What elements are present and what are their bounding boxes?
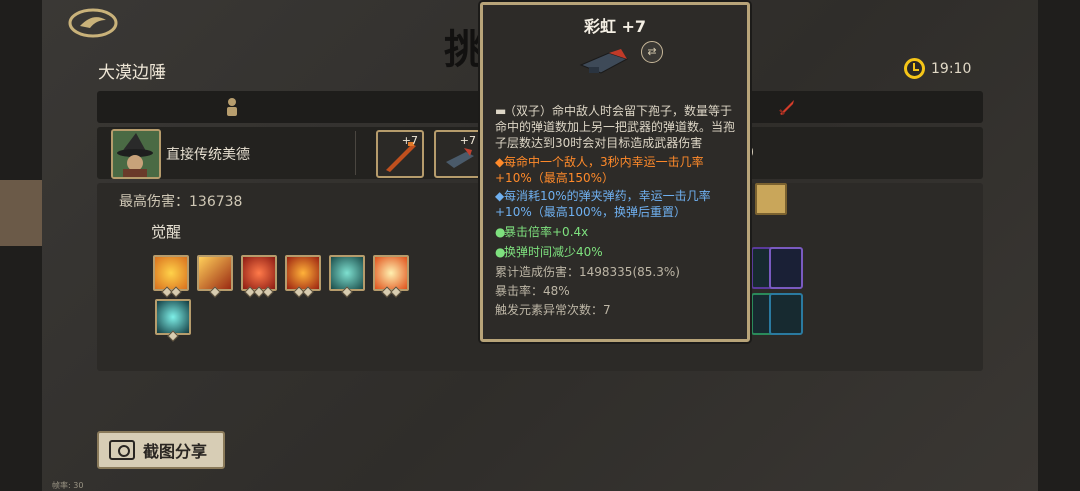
tooltip-effect-green-1: ●暴击倍率+0.4x (495, 225, 589, 239)
hero-portrait-avatar[interactable] (111, 129, 161, 179)
background-left-band (0, 180, 42, 246)
background-right (1038, 0, 1080, 491)
effect-orange-text: 每命中一个敌人，3秒内幸运一击几率+10%（最高150%） (495, 155, 704, 185)
weapon-level: +7 (459, 134, 476, 147)
skill-shot-icon[interactable] (197, 255, 233, 298)
skill-burst-icon[interactable] (373, 255, 409, 298)
awaken-label: 觉醒 (151, 223, 182, 241)
divider (355, 131, 356, 175)
description-text: （双子）命中敌人时会留下孢子，数量等于命中的弹道数加上另一把武器的弹道数。当孢子… (495, 104, 736, 150)
stat-elemental-count: 触发元素异常次数：7 (495, 303, 611, 317)
hero-name: 直接传统美德 (166, 147, 250, 163)
skill-fire-icon[interactable] (153, 255, 189, 298)
sword-icon[interactable] (777, 97, 797, 117)
screenshot-share-button[interactable]: 截图分享 (97, 431, 225, 469)
weapon-tooltip: 彩虹 +7 ⇄ ▬（双子）命中敌人时会留下孢子，数量等于命中的弹道数加上另一把武… (480, 2, 750, 342)
card-cyan-icon[interactable] (769, 293, 803, 335)
tooltip-body: ▬（双子）命中敌人时会留下孢子，数量等于命中的弹道数加上另一把武器的弹道数。当孢… (495, 103, 737, 321)
crate-icon[interactable] (755, 183, 787, 215)
witch-hat-icon (113, 131, 159, 177)
share-label: 截图分享 (143, 442, 208, 461)
effect-blue-text: 每消耗10%的弹夹弹药，幸运一击几率+10%（最高100%，换弹后重置） (495, 189, 711, 219)
stat-total-damage: 累计造成伤害：1498335(85.3%) (495, 265, 680, 279)
run-timer: 19:10 (904, 58, 971, 79)
tooltip-description: ▬（双子）命中敌人时会留下孢子，数量等于命中的弹道数加上另一把武器的弹道数。当孢… (495, 104, 736, 150)
card-galaxy-icon[interactable] (769, 247, 803, 289)
clock-icon (904, 58, 925, 79)
camera-icon (109, 440, 135, 460)
effect-green-text: 换弹时间减少40% (504, 245, 603, 259)
page-title: 挑 (444, 26, 484, 73)
skill-orb-icon[interactable] (329, 255, 365, 298)
max-damage: 最高伤害：136738 (119, 194, 243, 210)
effect-green-text: 暴击倍率+0.4x (504, 225, 589, 239)
weapon-slot-1[interactable]: +7 (376, 130, 424, 178)
tooltip-effect-blue: ◆每消耗10%的弹夹弹药，幸运一击几率+10%（最高100%，换弹后重置） (495, 189, 711, 219)
weapon-level: +7 (401, 134, 418, 147)
game-logo-icon (68, 8, 118, 38)
person-icon[interactable] (224, 97, 240, 117)
tooltip-title: 彩虹 +7 (583, 17, 647, 36)
tooltip-effect-orange: ◆每命中一个敌人，3秒内幸运一击几率+10%（最高150%） (495, 155, 704, 185)
skill-shatter-icon[interactable] (155, 299, 191, 342)
run-time: 19:10 (931, 60, 972, 77)
dual-type-icon: ⇄ (641, 41, 663, 63)
fps-counter: 帧率: 30 (52, 481, 84, 490)
skill-skull-icon[interactable] (285, 255, 321, 298)
skill-spiral-icon[interactable] (241, 255, 277, 298)
rainbow-gun-icon (579, 49, 629, 74)
location-label: 大漠边陲 (98, 63, 166, 83)
tooltip-effect-green-2: ●换弹时间减少40% (495, 245, 603, 259)
stat-crit-rate: 暴击率：48% (495, 284, 570, 298)
weapon-slot-2[interactable]: +7 (434, 130, 482, 178)
